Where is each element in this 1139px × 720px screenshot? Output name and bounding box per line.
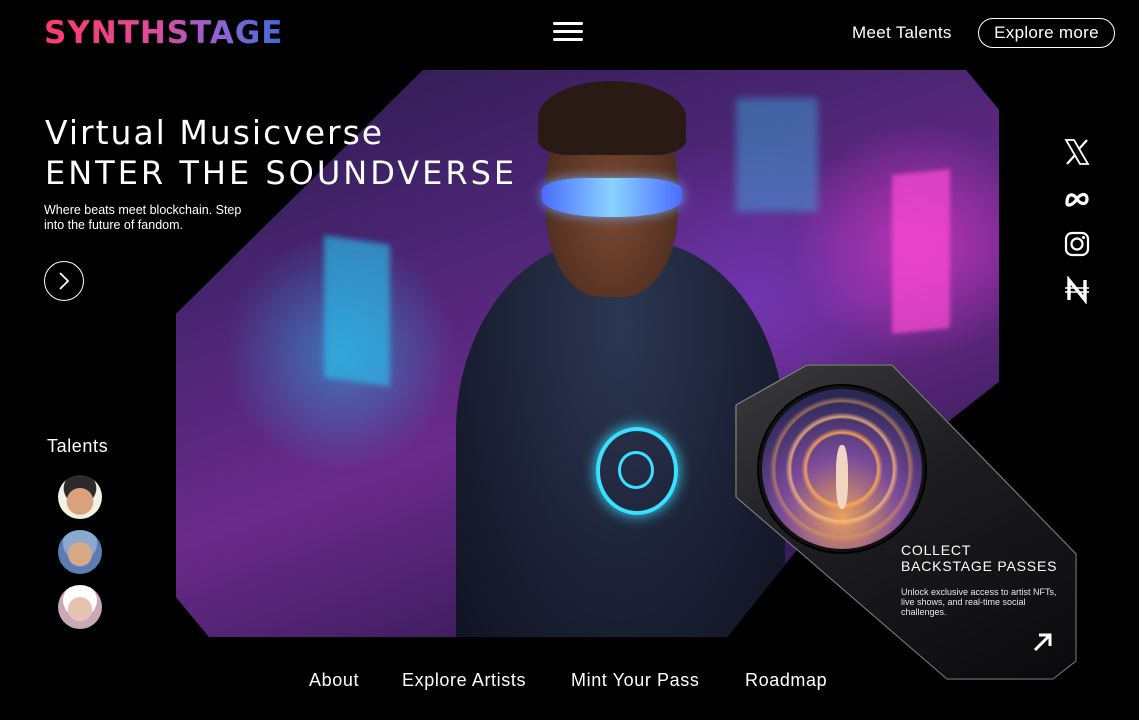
- meta-icon[interactable]: [1063, 185, 1091, 213]
- near-icon[interactable]: [1063, 275, 1091, 305]
- card-description: Unlock exclusive access to artist NFTs, …: [901, 587, 1057, 617]
- talents-title: Talents: [47, 436, 109, 456]
- nav-explore-artists[interactable]: Explore Artists: [402, 670, 526, 691]
- portal-image: [759, 386, 925, 552]
- arrow-up-right-icon[interactable]: [1031, 630, 1055, 654]
- hero-next-button[interactable]: [44, 261, 84, 301]
- nav-about[interactable]: About: [309, 670, 359, 691]
- hero-title: Virtual Musicverse: [45, 113, 385, 152]
- avatar[interactable]: [58, 585, 102, 629]
- card-title: COLLECT BACKSTAGE PASSES: [901, 542, 1058, 574]
- avatar[interactable]: [58, 530, 102, 574]
- hamburger-menu-icon[interactable]: [553, 22, 583, 44]
- x-icon[interactable]: [1063, 138, 1091, 166]
- meet-talents-link[interactable]: Meet Talents: [852, 23, 952, 43]
- instagram-icon[interactable]: [1063, 230, 1091, 258]
- hero-headline: ENTER THE SOUNDVERSE: [45, 154, 518, 192]
- explore-more-button[interactable]: Explore more: [978, 18, 1115, 48]
- avatar[interactable]: [58, 475, 102, 519]
- chevron-right-icon: [59, 272, 70, 290]
- nav-roadmap[interactable]: Roadmap: [745, 670, 827, 691]
- nav-mint-pass[interactable]: Mint Your Pass: [571, 670, 699, 691]
- brand-logo[interactable]: SYNTHSTAGE: [44, 16, 284, 50]
- hero-subtitle: Where beats meet blockchain. Step into t…: [44, 203, 242, 232]
